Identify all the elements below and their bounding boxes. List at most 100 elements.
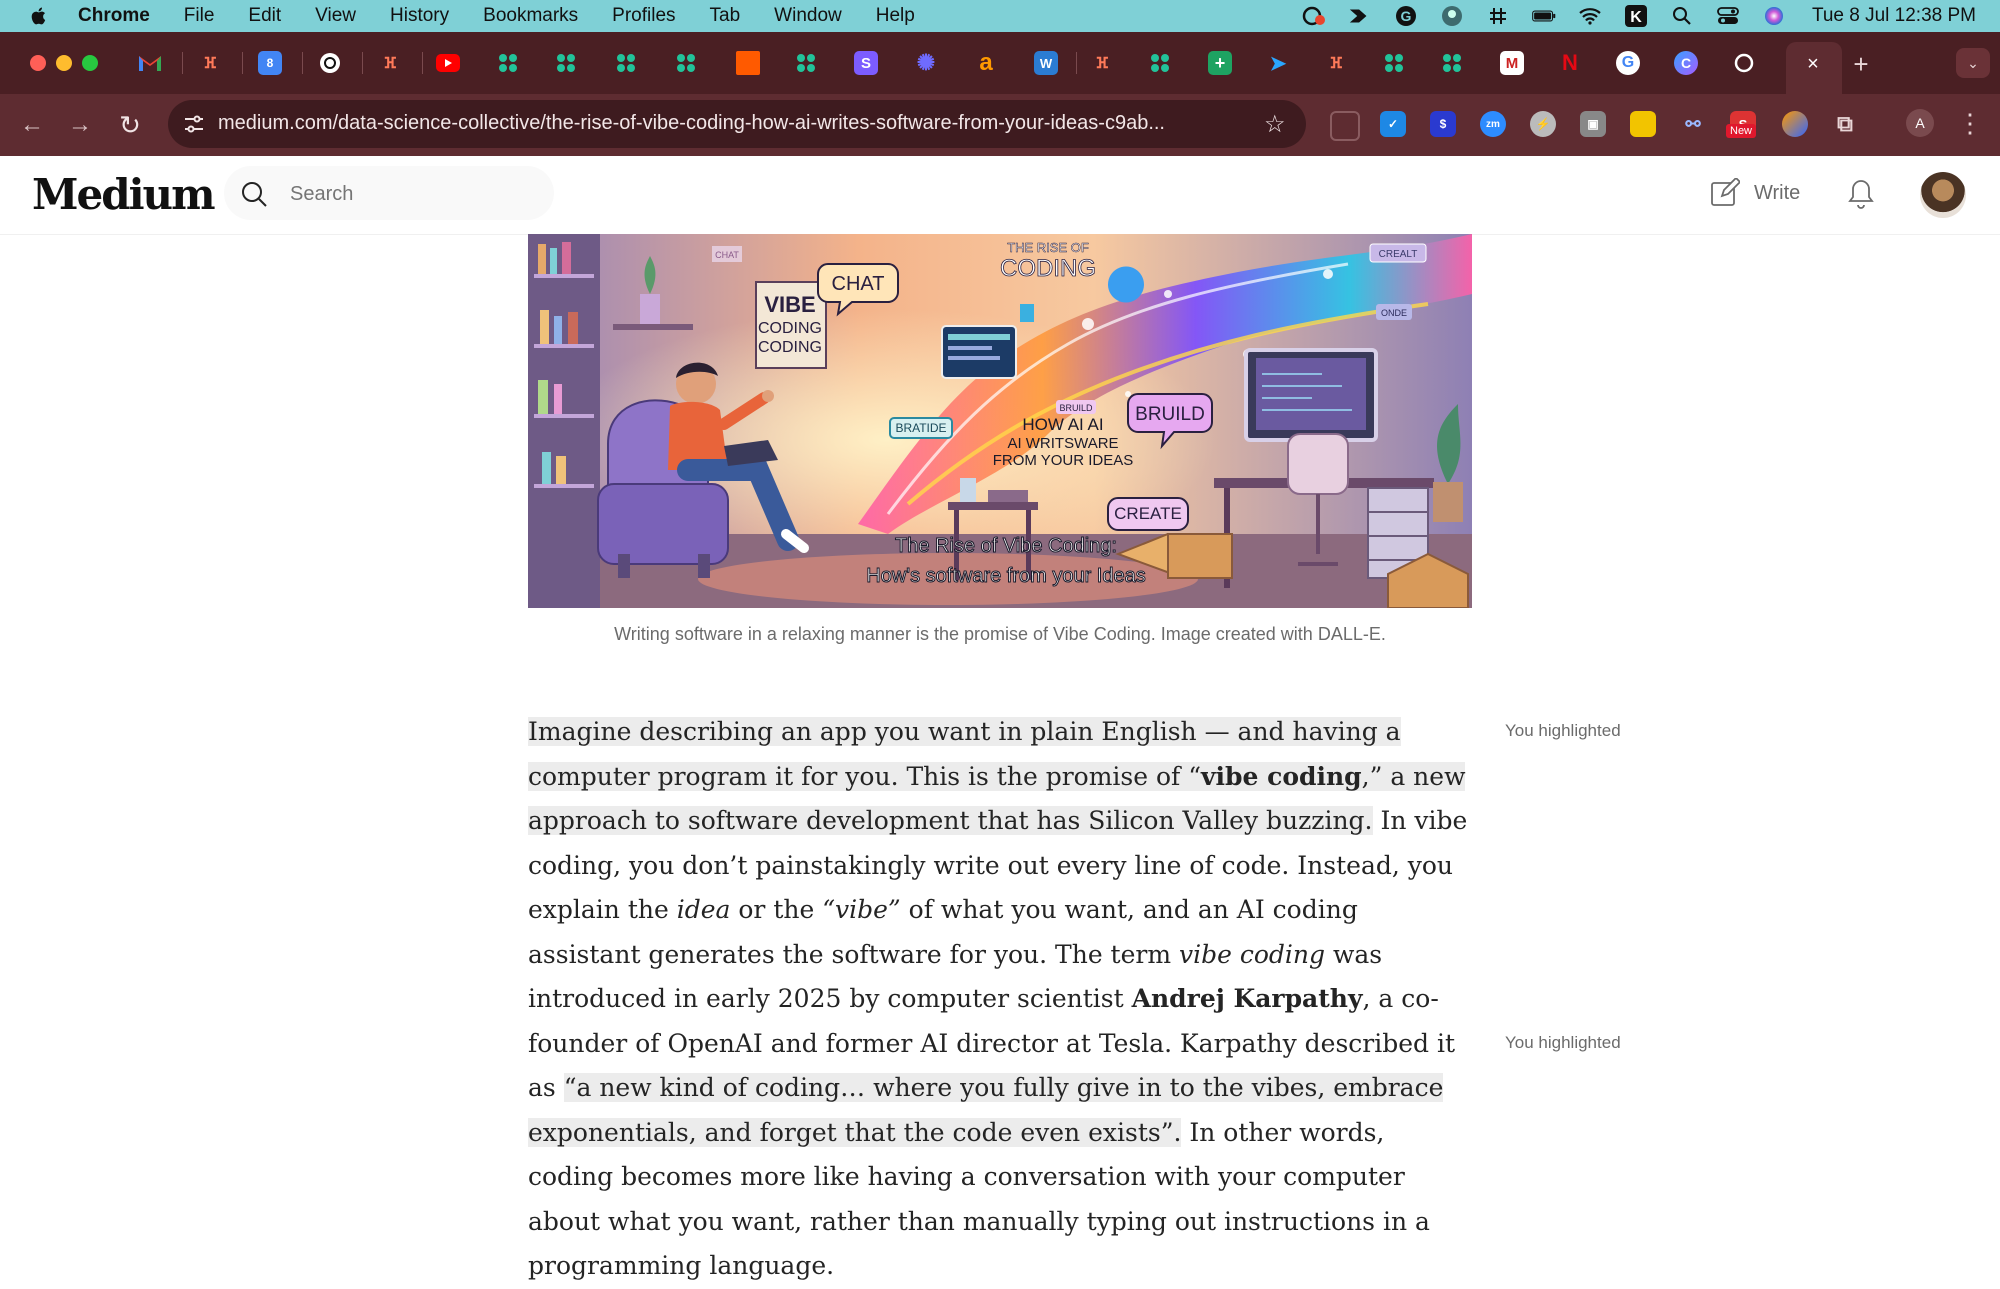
orange-square-icon[interactable] xyxy=(736,51,760,75)
user-avatar[interactable] xyxy=(1920,172,1966,218)
menu-history[interactable]: History xyxy=(390,5,449,27)
gmail-icon[interactable] xyxy=(138,51,162,75)
hubspot-icon[interactable]: ⴼ xyxy=(198,51,222,75)
ai-app-icon[interactable] xyxy=(554,51,578,75)
hubspot-icon[interactable]: ⴼ xyxy=(378,51,402,75)
menu-tab[interactable]: Tab xyxy=(710,5,741,27)
tag-creat: CREALT xyxy=(1379,249,1418,260)
camera-icon[interactable]: ▣ xyxy=(1580,111,1606,137)
menu-edit[interactable]: Edit xyxy=(248,5,281,27)
new-tab-button[interactable]: + xyxy=(1846,49,1876,79)
extension-icon[interactable] xyxy=(1330,111,1360,141)
word-icon[interactable]: W xyxy=(1034,51,1058,75)
article-hero-image: VIBE CODING CODING CHAT CHAT THE RISE OF… xyxy=(528,234,1472,608)
ext-orb-icon[interactable] xyxy=(1782,111,1808,137)
site-settings-icon[interactable] xyxy=(182,112,206,136)
bubble-create: CREATE xyxy=(1114,504,1182,523)
ai-app-icon[interactable] xyxy=(794,51,818,75)
siri-icon[interactable] xyxy=(1762,6,1786,26)
hubspot-icon[interactable]: ⴼ xyxy=(1090,51,1114,75)
openai-icon[interactable] xyxy=(318,51,342,75)
ai-app-icon[interactable] xyxy=(614,51,638,75)
write-button[interactable]: Write xyxy=(1710,178,1800,208)
new-badge: New xyxy=(1726,124,1757,138)
copilot-icon[interactable]: C xyxy=(1674,51,1698,75)
highlight-1[interactable]: Imagine describing an app you want in pl… xyxy=(528,717,1466,835)
window-minimize-button[interactable] xyxy=(56,55,72,71)
wifi-icon[interactable] xyxy=(1578,6,1602,26)
hash-icon[interactable] xyxy=(1486,6,1510,26)
vibe-coding-illustration: VIBE CODING CODING CHAT CHAT THE RISE OF… xyxy=(528,234,1472,608)
circle-icon[interactable] xyxy=(1732,51,1756,75)
calendar-icon[interactable]: 8 xyxy=(258,51,282,75)
ai-app-icon[interactable] xyxy=(496,51,520,75)
tag-chat: CHAT xyxy=(715,250,739,260)
browser-toolbar: ← → ↻ medium.com/data-science-collective… xyxy=(0,94,2000,156)
todo-check-icon[interactable]: ✓ xyxy=(1380,111,1406,137)
sign-vibe: VIBE xyxy=(764,292,815,317)
medium-logo[interactable]: Medium xyxy=(32,170,216,219)
zoom-icon[interactable]: zm xyxy=(1480,111,1506,137)
hubspot-icon[interactable]: ⴼ xyxy=(1324,51,1348,75)
arrow-app-icon[interactable] xyxy=(1348,6,1372,26)
tab-close-icon[interactable]: × xyxy=(1798,49,1828,79)
ai-app-icon[interactable] xyxy=(1382,51,1406,75)
menu-app-name[interactable]: Chrome xyxy=(78,5,150,27)
shield-app-icon[interactable] xyxy=(1440,6,1464,26)
italic-vibe-coding: vibe coding xyxy=(1179,939,1326,969)
control-center-icon[interactable] xyxy=(1716,6,1740,26)
k-app-icon[interactable]: K xyxy=(1624,5,1648,27)
amazon-icon[interactable]: a xyxy=(974,49,998,76)
menubar-clock[interactable]: Tue 8 Jul 12:38 PM xyxy=(1812,5,1976,27)
ai-app-icon[interactable] xyxy=(1440,51,1464,75)
notes-ext-icon[interactable] xyxy=(1630,111,1656,137)
notifications-bell-icon[interactable] xyxy=(1846,178,1876,210)
menu-bookmarks[interactable]: Bookmarks xyxy=(483,5,578,27)
you-highlighted-note-1[interactable]: You highlighted xyxy=(1505,721,1621,741)
send-icon[interactable]: ➤ xyxy=(1266,51,1290,75)
bitwarden-icon[interactable]: $ xyxy=(1430,111,1456,137)
bubble-chat: CHAT xyxy=(832,273,885,295)
grammarly-icon[interactable]: G xyxy=(1394,6,1418,26)
menu-file[interactable]: File xyxy=(184,5,215,27)
apple-icon[interactable] xyxy=(28,5,50,27)
link-ext-icon[interactable]: ⚯ xyxy=(1680,111,1706,137)
bold-karpathy: Andrej Karpathy xyxy=(1131,984,1363,1013)
address-bar[interactable]: medium.com/data-science-collective/the-r… xyxy=(168,100,1306,148)
creative-cloud-icon[interactable] xyxy=(1302,6,1326,26)
tag-ide: BRATIDE xyxy=(895,421,946,435)
menu-window[interactable]: Window xyxy=(774,5,842,27)
article-paragraph[interactable]: Imagine describing an app you want in pl… xyxy=(528,710,1468,1289)
s-icon[interactable]: S xyxy=(854,51,878,75)
netflix-icon[interactable]: N xyxy=(1558,50,1582,75)
menu-view[interactable]: View xyxy=(315,5,356,27)
mid-line-1: HOW AI AI xyxy=(1022,415,1103,434)
profile-avatar[interactable]: A xyxy=(1906,109,1934,137)
bookmark-star-icon[interactable]: ☆ xyxy=(1264,110,1290,138)
medium-header: Medium Write xyxy=(0,156,2000,235)
bubble-build: BRUILD xyxy=(1135,404,1205,425)
you-highlighted-note-2[interactable]: You highlighted xyxy=(1505,1033,1621,1053)
ai-app-icon[interactable] xyxy=(674,51,698,75)
sheets-icon[interactable]: + xyxy=(1208,51,1232,75)
search-box[interactable] xyxy=(224,166,554,220)
window-close-button[interactable] xyxy=(30,55,46,71)
forward-icon[interactable]: → xyxy=(64,109,96,141)
search-input[interactable] xyxy=(288,178,542,210)
menu-profiles[interactable]: Profiles xyxy=(612,5,675,27)
reload-icon[interactable]: ↻ xyxy=(114,109,146,141)
youtube-icon[interactable] xyxy=(436,51,460,75)
url-text[interactable]: medium.com/data-science-collective/the-r… xyxy=(218,112,1165,135)
tab-search-chevron-icon[interactable]: ⌄ xyxy=(1956,48,1990,78)
extensions-puzzle-icon[interactable]: ⧉ xyxy=(1832,111,1858,137)
back-icon[interactable]: ← xyxy=(16,109,48,141)
ai-app-icon[interactable] xyxy=(1148,51,1172,75)
menu-help[interactable]: Help xyxy=(876,5,915,27)
spotlight-search-icon[interactable] xyxy=(1670,6,1694,26)
medium-m-icon[interactable]: M xyxy=(1500,51,1524,75)
lightning-icon[interactable]: ⚡ xyxy=(1530,111,1556,137)
window-zoom-button[interactable] xyxy=(82,55,98,71)
gear-flower-icon[interactable]: ✺ xyxy=(914,50,938,75)
google-icon[interactable]: G xyxy=(1616,51,1640,75)
browser-menu-icon[interactable]: ⋮ xyxy=(1957,108,1983,138)
